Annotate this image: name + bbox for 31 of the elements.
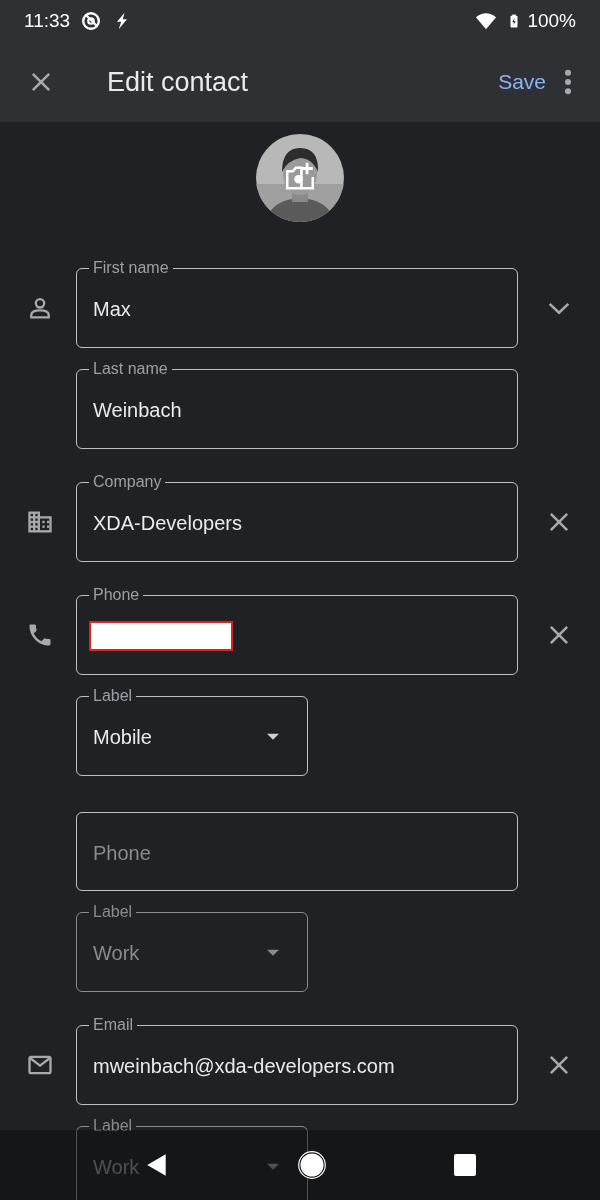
text-input[interactable]: mweinbach@xda-developers.com	[93, 1054, 501, 1078]
field-label: Label	[92, 903, 134, 921]
text-field[interactable]: Phone	[76, 812, 518, 891]
text-field[interactable]: Email mweinbach@xda-developers.com	[76, 1016, 518, 1105]
text-field[interactable]: First name Max	[76, 259, 518, 348]
battery-percent: 100%	[527, 10, 576, 32]
text-field[interactable]: Last name Weinbach	[76, 360, 518, 449]
field-label: Last name	[92, 360, 169, 378]
text-field[interactable]: Phone	[76, 586, 518, 675]
field-label: Label	[92, 687, 134, 705]
text-input[interactable]: Max	[93, 297, 501, 321]
field-label: Label	[92, 1117, 134, 1135]
text-input[interactable]: XDA-Developers	[93, 511, 501, 535]
label-dropdown[interactable]: Label Work	[76, 903, 308, 992]
text-field[interactable]: Company XDA-Developers	[76, 473, 518, 562]
wifi-icon	[475, 10, 498, 32]
home-icon[interactable]	[297, 1151, 326, 1179]
label-dropdown[interactable]: Label Mobile	[76, 687, 308, 776]
field-label: Company	[92, 473, 163, 491]
screen-title: Edit contact	[107, 66, 250, 98]
text-input[interactable]: Phone	[93, 841, 501, 865]
dropdown-value: Work	[93, 941, 140, 965]
save-button[interactable]: Save	[490, 64, 554, 100]
field-label: First name	[92, 259, 170, 277]
recents-icon[interactable]	[453, 1153, 477, 1177]
text-input[interactable]: Weinbach	[93, 398, 501, 422]
dropdown-value: Work	[93, 1155, 140, 1179]
status-time: 11:33	[24, 10, 71, 32]
field-label: Phone	[92, 586, 141, 604]
field-label: Email	[92, 1016, 134, 1034]
dropdown-value: Mobile	[93, 725, 152, 749]
